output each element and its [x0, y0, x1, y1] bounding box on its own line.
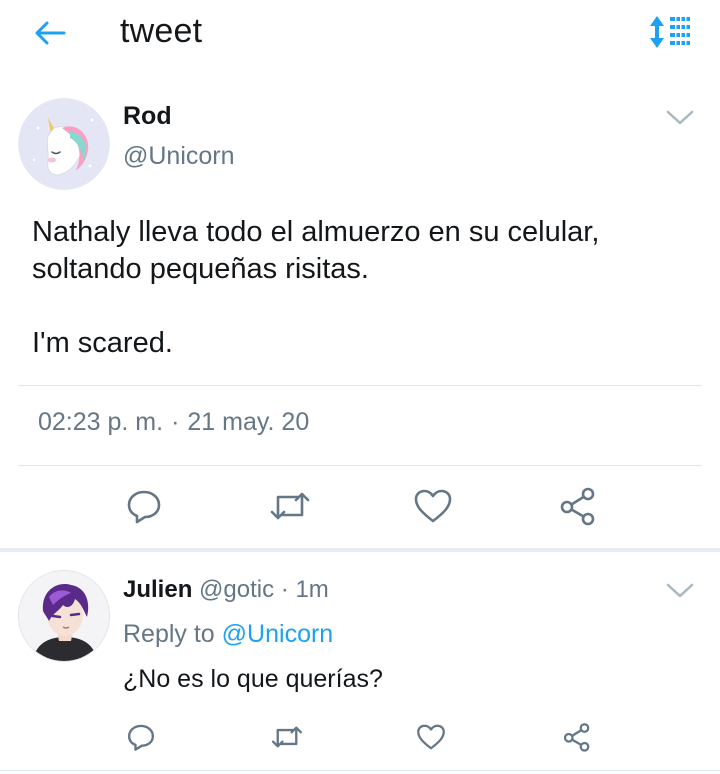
- tweet-text-line: soltando pequeñas risitas.: [32, 253, 369, 285]
- arrow-left-icon: [34, 20, 66, 51]
- section-separator: [0, 548, 720, 552]
- like-button[interactable]: [411, 486, 455, 530]
- share-button[interactable]: [560, 722, 594, 756]
- chevron-down-icon: [666, 110, 694, 131]
- like-icon: [416, 723, 446, 756]
- author-handle[interactable]: @Unicorn: [123, 142, 235, 171]
- unicorn-avatar: [18, 98, 110, 190]
- top-bar: tweet: [0, 0, 720, 70]
- author-avatar[interactable]: [18, 98, 110, 190]
- tweet-text-line: Nathaly lleva todo el almuerzo en su cel…: [32, 216, 600, 248]
- reply-text: ¿No es lo que querías?: [123, 665, 383, 693]
- meta-separator: ·: [171, 408, 180, 436]
- tweet-time: 02:23 p. m.: [38, 408, 164, 436]
- sort-button[interactable]: [646, 14, 694, 54]
- tweet-options-button[interactable]: [663, 108, 697, 132]
- tweet-text-line: I'm scared.: [32, 327, 173, 359]
- chevron-down-icon: [666, 583, 694, 604]
- sort-list-icon: [648, 15, 692, 54]
- anime-boy-avatar: [19, 571, 109, 661]
- retweet-button[interactable]: [268, 722, 306, 756]
- page-title: tweet: [120, 12, 203, 50]
- like-button[interactable]: [414, 722, 448, 756]
- divider: [18, 385, 702, 386]
- share-button[interactable]: [556, 486, 600, 530]
- reply-age: 1m: [295, 576, 329, 603]
- reply-to-label: Reply to: [123, 620, 215, 648]
- tweet-date: 21 may. 20: [187, 408, 310, 436]
- reply-author-avatar[interactable]: [18, 570, 110, 662]
- share-icon: [558, 486, 598, 531]
- reply-button[interactable]: [124, 722, 158, 756]
- retweet-button[interactable]: [266, 486, 314, 530]
- reply-author-handle[interactable]: @gotic: [199, 576, 274, 603]
- retweet-icon: [270, 723, 304, 756]
- reply-author-name[interactable]: Julien: [123, 576, 192, 603]
- reply-author-line: Julien @gotic · 1m: [123, 576, 329, 604]
- retweet-icon: [268, 488, 312, 529]
- tweet-timestamp: 02:23 p. m. · 21 may. 20: [38, 408, 309, 437]
- meta-separator: ·: [280, 576, 289, 603]
- reply-to-mention[interactable]: @Unicorn: [222, 620, 334, 648]
- back-button[interactable]: [30, 18, 70, 52]
- divider: [0, 770, 720, 771]
- author-name[interactable]: Rod: [123, 102, 172, 131]
- reply-to-line: Reply to @Unicorn: [123, 620, 333, 649]
- reply-options-button[interactable]: [663, 581, 697, 605]
- share-icon: [562, 722, 592, 757]
- tweet-text: Nathaly lleva todo el almuerzo en su cel…: [32, 214, 702, 362]
- like-icon: [413, 488, 453, 529]
- divider: [18, 465, 702, 466]
- reply-button[interactable]: [122, 486, 166, 530]
- reply-icon: [126, 722, 156, 757]
- reply-icon: [125, 487, 163, 530]
